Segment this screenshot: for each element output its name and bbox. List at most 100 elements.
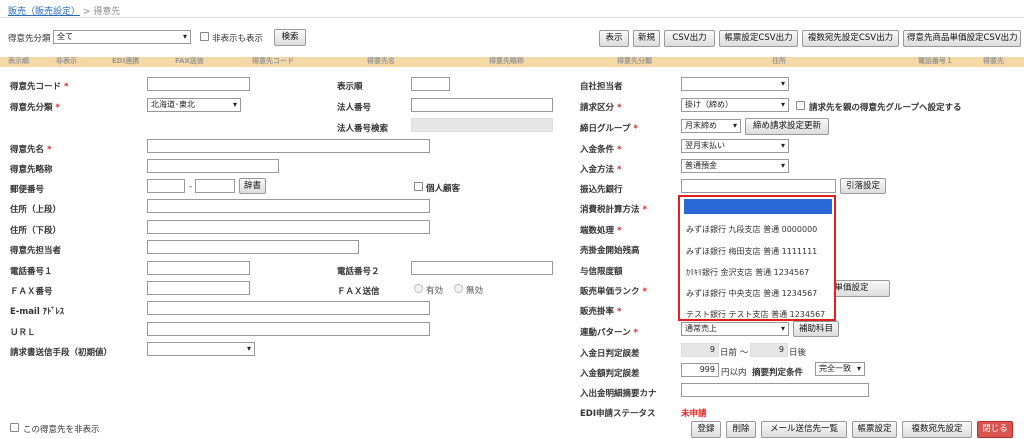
price-rank-label: 販売単価ランク * [580,287,647,297]
close-button[interactable]: 閉じる [977,421,1013,438]
bank-option[interactable]: みずほ銀行 九段支店 普通 0000000 [686,224,817,235]
multi-dest-button[interactable]: 複数宛先設定 [902,421,972,438]
addr2-input[interactable] [147,220,430,234]
fax-send-yes-radio[interactable] [414,284,423,293]
closing-label: 締日グループ * [580,124,638,134]
payment-method-label: 入金方法 * [580,165,622,175]
payment-cond-label: 入金条件 * [580,145,622,155]
name-input[interactable] [147,139,430,153]
zip-sep: - [189,182,193,192]
search-button[interactable]: 検索 [274,29,306,46]
amount-unit: 円以内 [721,368,747,378]
hide-checkbox[interactable] [10,423,19,432]
date-from-input[interactable]: 9 [681,343,719,357]
bank-dropdown[interactable]: みずほ銀行 九段支店 普通 0000000 みずほ銀行 梅田支店 普通 1111… [678,195,836,321]
addr1-input[interactable] [147,199,430,213]
link-label: 連動パターン * [580,328,638,338]
form-setting-button[interactable]: 帳票設定 [852,421,897,438]
col-header[interactable]: 得意先略称 [489,57,524,66]
mail-list-button[interactable]: メール送信先一覧 [761,421,847,438]
personal-label: 個人顧客 [426,184,461,194]
show-hidden-checkbox[interactable] [200,32,209,41]
order-input[interactable] [411,77,450,91]
col-header[interactable]: 得意先コード [252,57,294,66]
summary-select[interactable]: 完全一致 [815,362,865,376]
closing-select[interactable]: 月末締め [681,119,741,133]
code-input[interactable] [147,77,250,91]
date-to-unit: 日後 [789,348,807,358]
staff-select[interactable] [681,77,789,91]
edi-label: EDI申請ステータス [580,409,656,419]
breadcrumb-link[interactable]: 販売（販売設定） [8,7,80,17]
email-input[interactable] [147,301,430,315]
amount-input[interactable]: 999 [681,363,719,377]
display-button[interactable]: 表示 [599,30,629,47]
person-input[interactable] [147,240,359,254]
dict-button[interactable]: 辞書 [239,178,266,194]
send-method-label: 請求書送信手段（初期値） [10,348,113,358]
fax-input[interactable] [147,281,250,295]
col-header[interactable]: FAX送信 [175,57,204,66]
col-header[interactable]: 得意先 [983,57,1004,66]
closing-update-button[interactable]: 締め請求設定更新 [745,118,829,135]
filter-category-select[interactable]: 全て [53,30,191,44]
bank-input[interactable] [681,179,836,193]
csv-button[interactable]: CSV出力 [664,30,715,47]
col-header[interactable]: 得意先分類 [617,57,652,66]
billing-checkbox[interactable] [796,101,805,110]
kana-label: 入出金明細摘要カナ [580,389,657,399]
fax-send-yes-label: 有効 [426,286,444,296]
personal-checkbox[interactable] [414,182,423,191]
bank-option[interactable]: みずほ銀行 中央支店 普通 1234567 [686,288,817,299]
new-button[interactable]: 新規 [633,30,660,47]
payment-method-select[interactable]: 普通預金 [681,159,789,173]
sub-account-button[interactable]: 補助科目 [793,321,839,337]
fax-send-no-radio[interactable] [454,284,463,293]
price-csv-button[interactable]: 得意先商品単価設定CSV出力 [903,30,1021,47]
tel1-input[interactable] [147,261,250,275]
addr1-label: 住所（上段） [10,205,62,215]
corp-no-label: 法人番号 [337,103,372,113]
col-header[interactable]: EDI連携 [112,57,139,66]
zip2-input[interactable] [195,179,235,193]
category-label: 得意先分類 * [10,103,60,113]
tax-label: 消費税計算方法 * [580,205,647,215]
url-input[interactable] [147,322,430,336]
date-from-unit: 日前 〜 [720,348,749,358]
zip1-input[interactable] [147,179,185,193]
delete-button[interactable]: 削除 [726,421,756,438]
payment-cond-select[interactable]: 翌月末払い [681,139,789,153]
bank-option[interactable]: みずほ銀行 梅田支店 普通 1111111 [686,246,817,257]
show-hidden-label: 非表示も表示 [212,34,264,44]
addr2-label: 住所（下段） [10,226,62,236]
billing-select[interactable]: 掛け（締め） [681,98,789,112]
link-select[interactable]: 通常売上 [681,322,789,336]
register-button[interactable]: 登録 [691,421,721,438]
fraction-label: 端数処理 * [580,226,622,236]
col-header[interactable]: 住所 [772,57,786,66]
col-header[interactable]: 非表示 [56,57,77,66]
date-tol-label: 入金日判定誤差 [580,349,640,359]
col-header[interactable]: 表示順 [8,57,29,66]
form-csv-button[interactable]: 帳票設定CSV出力 [719,30,798,47]
fax-send-label: ＦＡＸ送信 [337,287,380,297]
send-method-select[interactable] [147,342,255,356]
date-to-input[interactable]: 9 [750,343,788,357]
multi-csv-button[interactable]: 複数宛先設定CSV出力 [802,30,899,47]
order-label: 表示順 [337,82,363,92]
short-input[interactable] [147,159,279,173]
corp-no-input[interactable] [411,98,553,112]
corp-check-label: 法人番号検索 [337,124,389,134]
bank-option[interactable]: ｶﾘｷﾘ銀行 金沢支店 普通 1234567 [686,267,809,278]
col-header[interactable]: 電話番号１ [918,57,953,66]
debit-setting-button[interactable]: 引落設定 [840,178,886,194]
bank-option[interactable]: テスト銀行 テスト支店 普通 1234567 [686,309,825,320]
amount-tol-label: 入金額判定誤差 [580,369,640,379]
category-select[interactable]: 北海道･東北 [147,98,241,112]
short-label: 得意先略称 [10,165,53,175]
col-header[interactable]: 得意先名 [367,57,395,66]
bank-option-selected[interactable] [684,199,832,214]
credit-label: 与信限度額 [580,267,623,277]
tel2-input[interactable] [411,261,553,275]
kana-input[interactable] [681,383,869,397]
